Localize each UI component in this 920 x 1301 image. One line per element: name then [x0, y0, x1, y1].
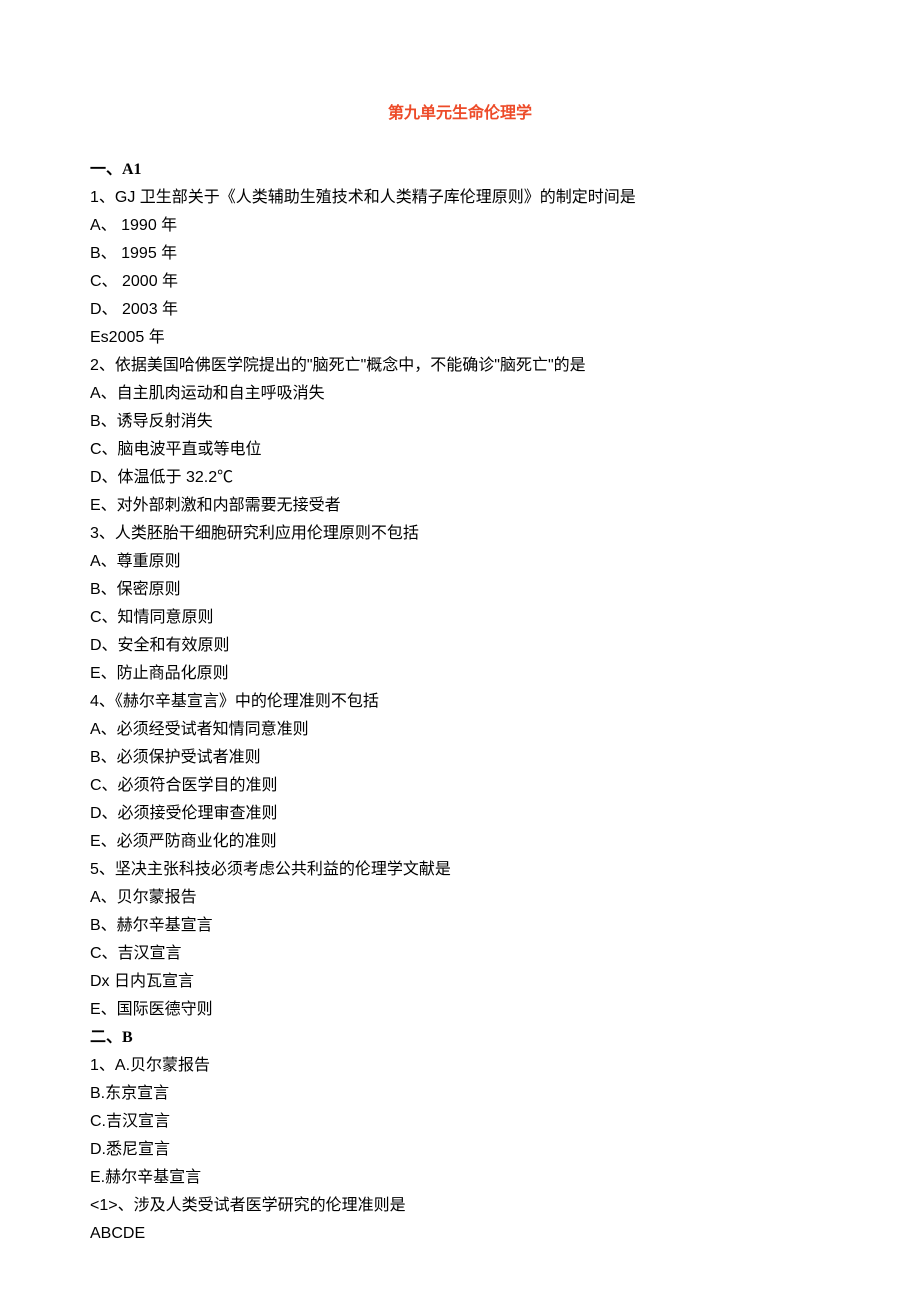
section-b-heading: 二、B: [90, 1024, 830, 1052]
q1-stem: 1、GJ 卫生部关于《人类辅助生殖技术和人类精子库伦理原则》的制定时间是: [90, 184, 830, 212]
q3-option-d: D、安全和有效原则: [90, 632, 830, 660]
q2-stem: 2、依据美国哈佛医学院提出的"脑死亡"概念中，不能确诊"脑死亡"的是: [90, 352, 830, 380]
q2-option-c: C、脑电波平直或等电位: [90, 436, 830, 464]
q5-option-b: B、赫尔辛基宣言: [90, 912, 830, 940]
q1-option-d: D、 2003 年: [90, 296, 830, 324]
q3-option-e: E、防止商品化原则: [90, 660, 830, 688]
q4-option-c: C、必须符合医学目的准则: [90, 772, 830, 800]
q3-option-a: A、尊重原则: [90, 548, 830, 576]
q5-stem: 5、坚决主张科技必须考虑公共利益的伦理学文献是: [90, 856, 830, 884]
b-sub-options: ABCDE: [90, 1220, 830, 1248]
q5-option-c: C、吉汉宣言: [90, 940, 830, 968]
q4-option-d: D、必须接受伦理审查准则: [90, 800, 830, 828]
b-shared-option-d: D.悉尼宣言: [90, 1136, 830, 1164]
q3-option-b: B、保密原则: [90, 576, 830, 604]
q2-option-a: A、自主肌肉运动和自主呼吸消失: [90, 380, 830, 408]
q5-option-a: A、贝尔蒙报告: [90, 884, 830, 912]
q3-stem: 3、人类胚胎干细胞研究利应用伦理原则不包括: [90, 520, 830, 548]
q4-stem: 4、《赫尔辛基宣言》中的伦理准则不包括: [90, 688, 830, 716]
q1-option-c: C、 2000 年: [90, 268, 830, 296]
q1-option-a: A、 1990 年: [90, 212, 830, 240]
b-shared-option-c: C.吉汉宣言: [90, 1108, 830, 1136]
q1-option-b: B、 1995 年: [90, 240, 830, 268]
q1-option-e: Es2005 年: [90, 324, 830, 352]
q4-option-e: E、必须严防商业化的准则: [90, 828, 830, 856]
q2-option-b: B、诱导反射消失: [90, 408, 830, 436]
q2-option-d: D、体温低于 32.2℃: [90, 464, 830, 492]
b-shared-option-e: E.赫尔辛基宣言: [90, 1164, 830, 1192]
page-title: 第九单元生命伦理学: [90, 100, 830, 128]
b-sub-stem: <1>、涉及人类受试者医学研究的伦理准则是: [90, 1192, 830, 1220]
section-a-heading: 一、A1: [90, 156, 830, 184]
q5-option-d: Dx 日内瓦宣言: [90, 968, 830, 996]
b-shared-stem: 1、A.贝尔蒙报告: [90, 1052, 830, 1080]
b-shared-option-b: B.东京宣言: [90, 1080, 830, 1108]
q4-option-b: B、必须保护受试者准则: [90, 744, 830, 772]
q3-option-c: C、知情同意原则: [90, 604, 830, 632]
q5-option-e: E、国际医德守则: [90, 996, 830, 1024]
q4-option-a: A、必须经受试者知情同意准则: [90, 716, 830, 744]
q2-option-e: E、对外部刺激和内部需要无接受者: [90, 492, 830, 520]
